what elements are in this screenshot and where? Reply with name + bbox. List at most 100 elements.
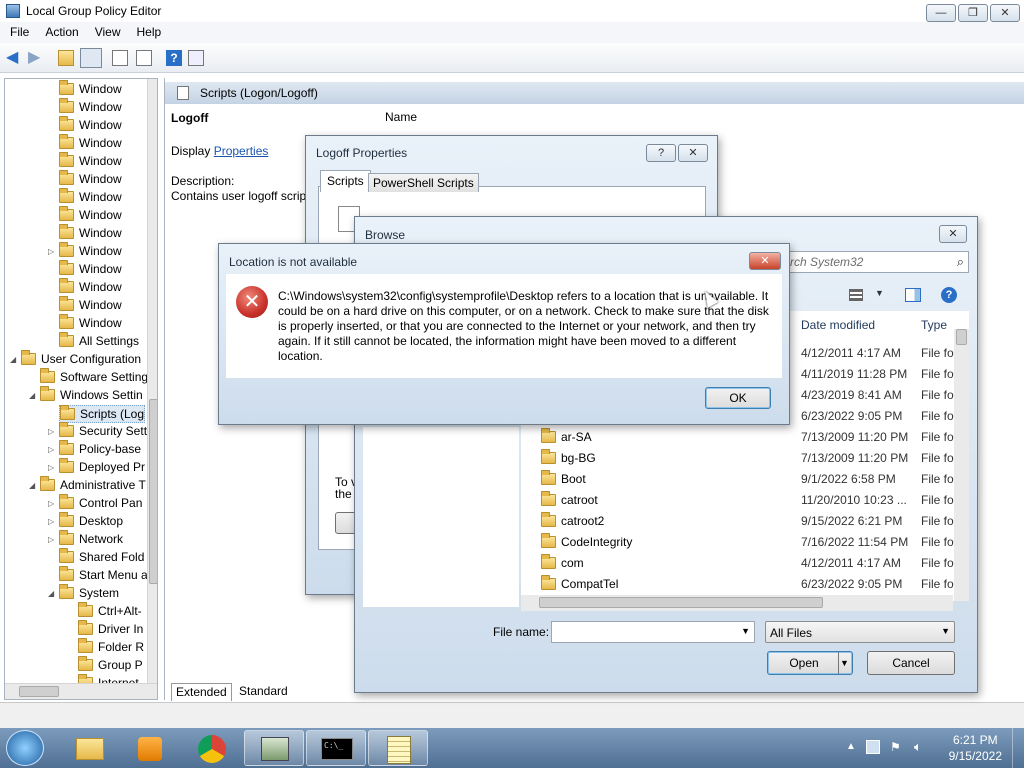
file-list-item[interactable]: com 4/12/2011 4:17 AM File fol xyxy=(521,552,961,573)
close-button[interactable]: ✕ xyxy=(990,4,1020,22)
up-folder-icon[interactable] xyxy=(58,50,74,66)
standard-tab[interactable]: Standard xyxy=(235,683,292,701)
restore-button[interactable]: ❐ xyxy=(958,4,988,22)
error-close-button[interactable]: ✕ xyxy=(749,252,781,270)
menu-file[interactable]: File xyxy=(0,22,35,39)
logoff-help-button[interactable]: ? xyxy=(646,144,676,162)
start-button[interactable] xyxy=(6,730,44,766)
tree-item[interactable]: Shared Fold xyxy=(59,547,144,567)
open-split-dropdown-icon[interactable]: ▼ xyxy=(838,652,850,674)
tray-chevron-icon[interactable]: ▲ xyxy=(846,741,856,752)
tree-expander-icon[interactable]: ▷ xyxy=(48,445,54,454)
properties-icon[interactable] xyxy=(112,50,128,66)
show-desktop-button[interactable] xyxy=(1012,728,1024,768)
views-icon[interactable] xyxy=(849,289,863,301)
file-list-item[interactable]: Boot 9/1/2022 6:58 PM File fol xyxy=(521,468,961,489)
menu-view[interactable]: View xyxy=(85,22,127,39)
browse-vertical-scrollbar[interactable] xyxy=(954,329,969,601)
tree-item[interactable]: Windows Settin xyxy=(40,385,143,405)
tree-expander-icon[interactable]: ◢ xyxy=(10,355,16,364)
chevron-down-icon[interactable]: ▼ xyxy=(875,288,884,298)
tree-item[interactable]: Window xyxy=(59,169,122,189)
tree-item[interactable]: Software Setting xyxy=(40,367,148,387)
scripts-tab[interactable]: Scripts xyxy=(320,170,371,192)
tree-item[interactable]: System xyxy=(59,583,119,603)
tree-item[interactable]: Window xyxy=(59,79,122,99)
forward-arrow-icon[interactable]: ▶ xyxy=(28,50,44,66)
network-icon[interactable] xyxy=(866,740,880,754)
open-button[interactable]: Open ▼ xyxy=(767,651,853,675)
tree-item[interactable]: Window xyxy=(59,277,122,297)
browse-close-button[interactable]: ✕ xyxy=(939,225,967,243)
properties-link[interactable]: Properties xyxy=(214,144,269,158)
file-list-item[interactable]: CodeIntegrity 7/16/2022 11:54 PM File fol xyxy=(521,531,961,552)
tree-expander-icon[interactable]: ▷ xyxy=(48,517,54,526)
tree-expander-icon[interactable]: ◢ xyxy=(48,589,54,598)
file-name-input[interactable]: ▼ xyxy=(551,621,755,643)
chrome-task[interactable] xyxy=(182,730,242,766)
tree-item[interactable]: User Configuration xyxy=(21,349,141,369)
browse-search-box[interactable]: rch System32 ⌕ xyxy=(775,251,969,273)
tree-item[interactable]: Ctrl+Alt- xyxy=(78,601,142,621)
tree-item[interactable]: Window xyxy=(59,295,122,315)
group-policy-task[interactable] xyxy=(244,730,304,766)
file-type-select[interactable]: All Files ▼ xyxy=(765,621,955,643)
tree-item[interactable]: Window xyxy=(59,223,122,243)
cancel-button[interactable]: Cancel xyxy=(867,651,955,675)
clock[interactable]: 6:21 PM 9/15/2022 xyxy=(949,732,1002,764)
tree-item[interactable]: Start Menu a xyxy=(59,565,148,585)
tree-expander-icon[interactable]: ◢ xyxy=(29,391,35,400)
tree-expander-icon[interactable]: ▷ xyxy=(48,247,54,256)
help-icon[interactable]: ? xyxy=(166,50,182,66)
tree-item[interactable]: Window xyxy=(59,313,122,333)
tree-item[interactable]: Scripts (Log xyxy=(59,404,146,423)
tree-item[interactable]: Driver In xyxy=(78,619,143,639)
back-arrow-icon[interactable]: ◀ xyxy=(6,50,22,66)
tree-item[interactable]: Administrative T xyxy=(40,475,146,495)
export-list-icon[interactable] xyxy=(136,50,152,66)
ok-button[interactable]: OK xyxy=(705,387,771,409)
tree-expander-icon[interactable]: ▷ xyxy=(48,535,54,544)
type-column-header[interactable]: Type xyxy=(921,318,947,332)
tree-item[interactable]: Group P xyxy=(78,655,143,675)
tree-item[interactable]: Window xyxy=(59,241,122,261)
menu-action[interactable]: Action xyxy=(35,22,84,39)
logoff-close-button[interactable]: ✕ xyxy=(678,144,708,162)
powershell-scripts-tab[interactable]: PowerShell Scripts xyxy=(368,173,479,192)
tree-item[interactable]: Window xyxy=(59,133,122,153)
tree-item[interactable]: All Settings xyxy=(59,331,139,351)
file-list-item[interactable]: catroot 11/20/2010 10:23 ... File fol xyxy=(521,489,961,510)
tree-expander-icon[interactable]: ▷ xyxy=(48,463,54,472)
tree-item[interactable]: Desktop xyxy=(59,511,123,531)
action-center-icon[interactable]: ⚑ xyxy=(890,740,901,754)
tree-item[interactable]: Window xyxy=(59,97,122,117)
show-hide-tree-icon[interactable] xyxy=(80,48,102,68)
tree-expander-icon[interactable]: ▷ xyxy=(48,427,54,436)
tree-item[interactable]: Window xyxy=(59,259,122,279)
date-modified-column-header[interactable]: Date modified xyxy=(801,318,875,332)
tree-vertical-scrollbar[interactable] xyxy=(147,79,157,685)
file-list-item[interactable]: ar-SA 7/13/2009 11:20 PM File fol xyxy=(521,426,961,447)
tree-item[interactable]: Security Sett xyxy=(59,421,147,441)
tree-item[interactable]: Folder R xyxy=(78,637,144,657)
file-list-item[interactable]: catroot2 9/15/2022 6:21 PM File fol xyxy=(521,510,961,531)
explorer-task[interactable] xyxy=(60,730,120,766)
tree-item[interactable]: Control Pan xyxy=(59,493,142,513)
tree-item[interactable]: Deployed Pr xyxy=(59,457,145,477)
extended-tab[interactable]: Extended xyxy=(171,683,232,701)
tree-item[interactable]: Window xyxy=(59,151,122,171)
browse-horizontal-scrollbar[interactable] xyxy=(521,595,953,611)
tree-item[interactable]: Window xyxy=(59,187,122,207)
menu-help[interactable]: Help xyxy=(127,22,168,39)
tree-item[interactable]: Window xyxy=(59,115,122,135)
tree-expander-icon[interactable]: ▷ xyxy=(48,499,54,508)
name-column-header[interactable]: Name xyxy=(385,110,417,124)
tree-expander-icon[interactable]: ◢ xyxy=(29,481,35,490)
tree-horizontal-scrollbar[interactable] xyxy=(5,683,157,699)
volume-icon[interactable]: 🔈︎ xyxy=(914,739,922,755)
media-player-task[interactable] xyxy=(120,730,180,766)
tree-item[interactable]: Window xyxy=(59,205,122,225)
file-list-item[interactable]: CompatTel 6/23/2022 9:05 PM File fol xyxy=(521,573,961,594)
view-icon[interactable] xyxy=(188,50,204,66)
cmd-task[interactable]: C:\_ xyxy=(306,730,366,766)
